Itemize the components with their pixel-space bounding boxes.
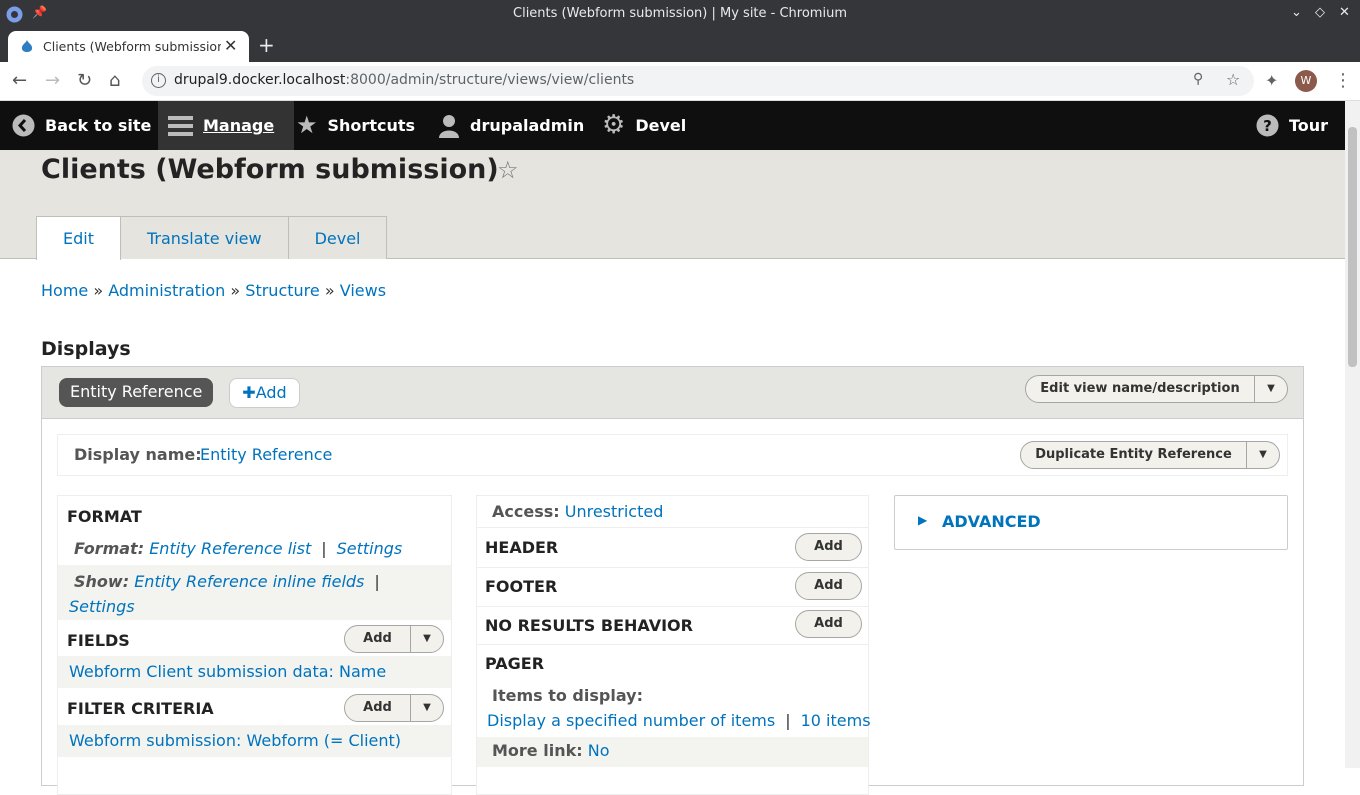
format-link[interactable]: Entity Reference list bbox=[149, 539, 311, 558]
tab-translate-view[interactable]: Translate view bbox=[119, 216, 289, 259]
add-display-button[interactable]: ✚Add bbox=[229, 378, 300, 408]
menu-icon[interactable]: ⋮ bbox=[1334, 70, 1352, 91]
manage-tray-link[interactable]: Manage bbox=[158, 101, 295, 150]
items-display-link[interactable]: Display a specified number of items bbox=[487, 711, 775, 730]
back-to-site-link[interactable]: Back to site bbox=[12, 101, 151, 150]
footer-add-button[interactable]: Add bbox=[795, 572, 862, 600]
display-name-bar: Display name: Entity Reference Duplicate… bbox=[57, 434, 1288, 476]
site-info-icon[interactable]: i bbox=[151, 73, 166, 88]
tab-strip: Clients (Webform submission ✕ + bbox=[0, 29, 1360, 62]
tab-edit[interactable]: Edit bbox=[36, 216, 121, 260]
show-link[interactable]: Entity Reference inline fields bbox=[134, 572, 364, 591]
no-results-add-button[interactable]: Add bbox=[795, 610, 862, 638]
display-name-label: Display name: bbox=[74, 445, 202, 464]
hamburger-icon bbox=[168, 115, 193, 136]
breadcrumb: Home » Administration » Structure » View… bbox=[41, 281, 387, 300]
pager-heading: PAGER bbox=[485, 654, 545, 673]
items-to-display-label: Items to display: bbox=[492, 686, 643, 705]
breadcrumb-administration[interactable]: Administration bbox=[108, 281, 225, 300]
breadcrumb-views[interactable]: Views bbox=[340, 281, 386, 300]
format-heading: FORMAT bbox=[67, 507, 142, 526]
left-column: FORMAT Format: Entity Reference list | Set… bbox=[57, 495, 452, 795]
user-icon bbox=[439, 114, 459, 138]
shortcut-star-icon[interactable]: ☆ bbox=[497, 156, 519, 184]
display-tabs-bar: Entity Reference ✚Add Edit view name/des… bbox=[42, 367, 1303, 419]
show-settings-link[interactable]: Settings bbox=[69, 597, 135, 616]
breadcrumb-structure[interactable]: Structure bbox=[245, 281, 319, 300]
drupal-favicon-icon bbox=[21, 40, 33, 52]
page-scrollbar[interactable] bbox=[1345, 101, 1360, 768]
close-window-icon[interactable]: ✕ bbox=[1339, 5, 1350, 20]
more-link-row: More link: No bbox=[477, 737, 868, 767]
tab-title: Clients (Webform submission bbox=[43, 39, 221, 54]
bookmark-star-icon[interactable]: ☆ bbox=[1226, 70, 1240, 89]
chevron-down-icon[interactable]: ▼ bbox=[1247, 442, 1279, 468]
chevron-down-icon[interactable]: ▼ bbox=[411, 695, 443, 721]
plus-icon: ✚ bbox=[242, 383, 256, 402]
help-icon: ? bbox=[1256, 114, 1279, 137]
field-item-link[interactable]: Webform Client submission data: Name bbox=[69, 662, 386, 681]
gear-icon: ⚙ bbox=[602, 110, 626, 140]
address-bar[interactable]: i drupal9.docker.localhost:8000/admin/st… bbox=[142, 66, 1254, 96]
reload-icon[interactable]: ↻ bbox=[77, 70, 92, 91]
forward-icon[interactable]: → bbox=[45, 70, 60, 91]
triangle-right-icon: ▶ bbox=[918, 513, 928, 527]
back-icon[interactable]: ← bbox=[12, 70, 27, 91]
edit-view-name-dropbutton[interactable]: Edit view name/description ▼ bbox=[1025, 375, 1288, 403]
page-title: Clients (Webform submission) bbox=[41, 154, 499, 185]
new-tab-icon[interactable]: + bbox=[258, 33, 275, 57]
tab-devel[interactable]: Devel bbox=[287, 216, 388, 259]
header-add-button[interactable]: Add bbox=[795, 533, 862, 561]
access-link[interactable]: Unrestricted bbox=[565, 502, 664, 521]
fields-add-dropbutton[interactable]: Add ▼ bbox=[344, 625, 444, 653]
filter-item-link[interactable]: Webform submission: Webform (= Client) bbox=[69, 731, 401, 750]
star-icon: ★ bbox=[296, 111, 318, 139]
displays-panel: Entity Reference ✚Add Edit view name/des… bbox=[41, 366, 1304, 795]
breadcrumb-home[interactable]: Home bbox=[41, 281, 88, 300]
format-row: Format: Entity Reference list | Settings bbox=[74, 539, 403, 558]
more-link-value[interactable]: No bbox=[588, 741, 610, 760]
tour-button[interactable]: ? Tour bbox=[1256, 101, 1328, 150]
page-header: Clients (Webform submission) ☆ Edit Tran… bbox=[0, 150, 1345, 260]
advanced-label[interactable]: ADVANCED bbox=[942, 512, 1041, 531]
window-titlebar: 📌 Clients (Webform submission) | My site… bbox=[0, 0, 1360, 29]
chevron-down-icon[interactable]: ▼ bbox=[1255, 376, 1287, 402]
duplicate-dropbutton[interactable]: Duplicate Entity Reference ▼ bbox=[1020, 441, 1280, 469]
back-arrow-icon bbox=[12, 114, 35, 137]
extensions-icon[interactable]: ✦ bbox=[1265, 71, 1278, 90]
scrollbar-thumb[interactable] bbox=[1348, 127, 1357, 367]
browser-tab[interactable]: Clients (Webform submission ✕ bbox=[8, 31, 249, 62]
displays-heading: Displays bbox=[41, 338, 131, 360]
shortcuts-link[interactable]: ★ Shortcuts bbox=[296, 101, 415, 150]
primary-tabs: Edit Translate view Devel bbox=[36, 216, 388, 260]
show-row: Show: Entity Reference inline fields | Se… bbox=[58, 565, 451, 620]
svg-text:?: ? bbox=[1263, 117, 1272, 135]
user-link[interactable]: drupaladmin bbox=[438, 101, 584, 150]
chevron-down-icon[interactable]: ▼ bbox=[411, 626, 443, 652]
profile-avatar[interactable]: W bbox=[1295, 70, 1317, 92]
display-name-link[interactable]: Entity Reference bbox=[200, 445, 332, 464]
home-icon[interactable]: ⌂ bbox=[109, 70, 120, 91]
filter-row: Webform submission: Webform (= Client) bbox=[58, 725, 451, 757]
display-tab-entity-reference[interactable]: Entity Reference bbox=[59, 378, 214, 407]
devel-link[interactable]: ⚙ Devel bbox=[602, 101, 686, 150]
restore-icon[interactable]: ◇ bbox=[1315, 5, 1325, 20]
advanced-details[interactable]: ▶ ADVANCED bbox=[894, 495, 1288, 550]
window-title: Clients (Webform submission) | My site -… bbox=[513, 6, 847, 21]
zoom-icon[interactable]: ⚲ bbox=[1193, 71, 1203, 87]
items-row: Display a specified number of items | 10 i… bbox=[487, 711, 871, 730]
minimize-icon[interactable]: ⌄ bbox=[1291, 5, 1302, 20]
format-settings-link[interactable]: Settings bbox=[337, 539, 403, 558]
middle-column: Access: Unrestricted HEADER Add FOOTER A… bbox=[476, 495, 871, 795]
tab-close-icon[interactable]: ✕ bbox=[224, 36, 237, 55]
items-count-link[interactable]: 10 items bbox=[801, 711, 871, 730]
fields-row: Webform Client submission data: Name bbox=[58, 656, 451, 688]
access-row: Access: Unrestricted bbox=[477, 496, 868, 528]
filter-add-dropbutton[interactable]: Add ▼ bbox=[344, 694, 444, 722]
browser-toolbar: ← → ↻ ⌂ i drupal9.docker.localhost:8000/… bbox=[0, 62, 1360, 101]
admin-toolbar: Back to site Manage ★ Shortcuts drupalad… bbox=[0, 101, 1345, 150]
url-text: drupal9.docker.localhost:8000/admin/stru… bbox=[174, 72, 635, 88]
